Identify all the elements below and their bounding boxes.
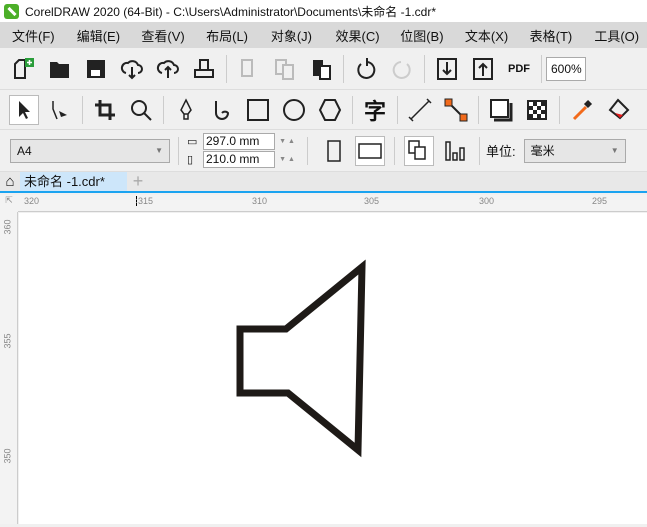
- export-icon[interactable]: [468, 54, 498, 84]
- page-size-value: A4: [17, 143, 32, 158]
- standard-toolbar: PDF 600%: [0, 48, 647, 90]
- import-icon[interactable]: [432, 54, 462, 84]
- text-tool-icon[interactable]: 字: [360, 95, 390, 125]
- ellipse-tool-icon[interactable]: [279, 95, 309, 125]
- menu-bar: 文件(F) 编辑(E) 查看(V) 布局(L) 对象(J) 效果(C) 位图(B…: [0, 22, 647, 48]
- new-document-icon[interactable]: [9, 54, 39, 84]
- cloud-upload-icon[interactable]: [153, 54, 183, 84]
- pick-tool-icon[interactable]: [9, 94, 39, 125]
- connector-tool-icon[interactable]: [441, 95, 471, 125]
- width-spinner[interactable]: ▼ ▲: [275, 138, 299, 145]
- drop-shadow-icon[interactable]: [486, 95, 516, 125]
- rectangle-tool-icon[interactable]: [243, 95, 273, 125]
- speaker-shape[interactable]: [19, 213, 647, 524]
- ruler-label: 360: [2, 219, 13, 235]
- page-size-select[interactable]: A4 ▼: [10, 138, 170, 163]
- menu-text[interactable]: 文本(X): [453, 26, 518, 45]
- print-icon[interactable]: [189, 54, 219, 84]
- pdf-label: PDF: [508, 62, 530, 75]
- title-bar: CorelDRAW 2020 (64-Bit) - C:\Users\Admin…: [0, 0, 647, 22]
- menu-edit[interactable]: 编辑(E): [65, 26, 130, 45]
- cut-icon[interactable]: [234, 54, 264, 84]
- property-bar: A4 ▼ ▭ 297.0 mm ▼ ▲ ▯ 210.0 mm ▼ ▲ 单位: 毫米 ▼: [0, 130, 647, 172]
- pen-tool-icon[interactable]: [171, 95, 201, 125]
- menu-bitmaps[interactable]: 位图(B): [388, 26, 453, 45]
- ruler-origin-icon[interactable]: ⇱: [0, 195, 18, 212]
- units-label: 单位:: [486, 144, 516, 159]
- chevron-down-icon: ▼: [155, 146, 163, 155]
- ruler-label: 350: [2, 448, 13, 464]
- crop-tool-icon[interactable]: [90, 95, 120, 125]
- undo-icon[interactable]: [351, 54, 381, 84]
- window-title: CorelDRAW 2020 (64-Bit) - C:\Users\Admin…: [25, 4, 436, 19]
- tab-document[interactable]: 未命名 -1.cdr*: [20, 172, 127, 191]
- menu-layout[interactable]: 布局(L): [194, 26, 259, 45]
- page-width-icon: ▭: [187, 136, 198, 148]
- horizontal-ruler[interactable]: 320 315 310 305 300 295: [18, 195, 647, 212]
- paste-icon[interactable]: [306, 54, 336, 84]
- coreldraw-logo-icon: [4, 3, 19, 19]
- toolbox: 字: [0, 90, 647, 130]
- copy-icon[interactable]: [270, 54, 300, 84]
- current-page-icon[interactable]: [440, 136, 470, 166]
- units-select[interactable]: 毫米 ▼: [523, 138, 626, 163]
- ruler-label: 320: [24, 196, 40, 206]
- page-dimensions: ▭ 297.0 mm ▼ ▲ ▯ 210.0 mm ▼ ▲: [187, 132, 299, 169]
- menu-file[interactable]: 文件(F): [0, 26, 65, 45]
- ruler-label: 300: [479, 196, 495, 206]
- home-icon[interactable]: ⌂: [0, 173, 20, 190]
- save-icon[interactable]: [81, 54, 111, 84]
- artistic-media-icon[interactable]: [207, 95, 237, 125]
- cloud-download-icon[interactable]: [117, 54, 147, 84]
- ruler-label: 355: [2, 333, 13, 349]
- interactive-fill-icon[interactable]: [603, 95, 633, 125]
- zoom-level-input[interactable]: 600%: [546, 56, 586, 81]
- ruler-label: 315: [136, 196, 154, 206]
- menu-table[interactable]: 表格(T): [518, 26, 583, 45]
- all-pages-icon[interactable]: [404, 135, 434, 166]
- menu-effects[interactable]: 效果(C): [324, 26, 389, 45]
- ruler-label: 295: [592, 196, 608, 206]
- page-height-input[interactable]: 210.0 mm: [203, 151, 275, 168]
- page-width-input[interactable]: 297.0 mm: [203, 133, 275, 150]
- polygon-tool-icon[interactable]: [315, 95, 345, 125]
- portrait-icon[interactable]: [319, 136, 349, 166]
- menu-object[interactable]: 对象(J): [259, 26, 324, 45]
- redo-icon[interactable]: [387, 54, 417, 84]
- units-value: 毫米: [530, 144, 555, 158]
- height-spinner[interactable]: ▼ ▲: [275, 156, 299, 163]
- dimension-tool-icon[interactable]: [405, 95, 435, 125]
- chevron-down-icon: ▼: [610, 146, 619, 155]
- add-tab-icon[interactable]: +: [127, 171, 149, 192]
- menu-tools[interactable]: 工具(O): [582, 26, 647, 45]
- document-tabs: ⌂ 未命名 -1.cdr* +: [0, 171, 647, 193]
- drawing-canvas[interactable]: [19, 213, 647, 524]
- text-tool-glyph: 字: [363, 99, 386, 125]
- transparency-icon[interactable]: [522, 95, 552, 125]
- page-height-icon: ▯: [187, 154, 194, 166]
- vertical-ruler[interactable]: 360 355 350: [0, 212, 18, 524]
- shape-tool-icon[interactable]: [45, 95, 75, 125]
- ruler-label: 305: [364, 196, 380, 206]
- menu-view[interactable]: 查看(V): [129, 26, 194, 45]
- landscape-icon[interactable]: [355, 135, 385, 166]
- publish-pdf-icon[interactable]: PDF: [504, 54, 534, 84]
- eyedropper-icon[interactable]: [567, 95, 597, 125]
- zoom-tool-icon[interactable]: [126, 95, 156, 125]
- ruler-label: 310: [252, 196, 268, 206]
- open-folder-icon[interactable]: [45, 54, 75, 84]
